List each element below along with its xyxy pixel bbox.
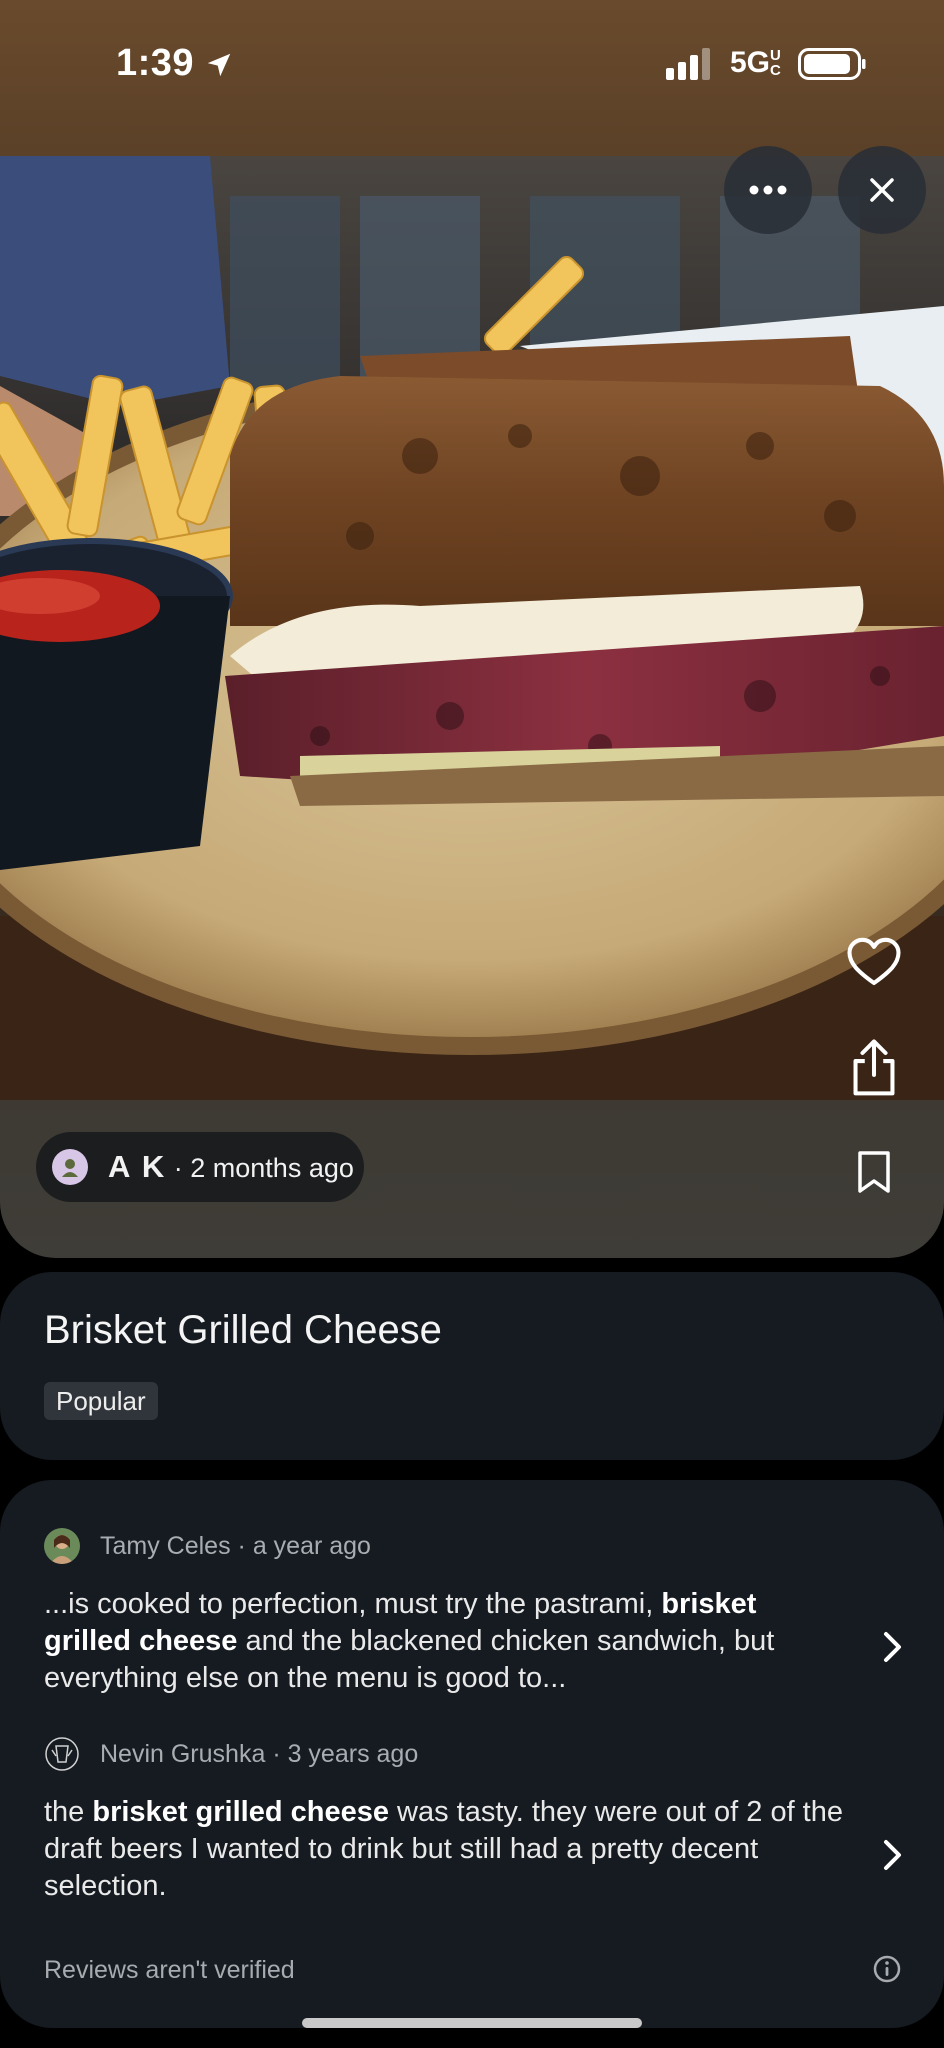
popular-badge: Popular [44,1382,158,1420]
dish-title-card: Brisket Grilled Cheese Popular [0,1272,944,1460]
sandwich-photo-illustration [0,156,944,1100]
network-label: 5G [730,46,771,79]
review-text-before: the [44,1796,93,1828]
review-text-before: ...is cooked to perfection, must try the… [44,1588,662,1620]
reviews-card: Tamy Celes · a year ago ...is cooked to … [0,1480,944,2028]
chevron-right-icon[interactable] [882,1838,904,1872]
chevron-right-icon[interactable] [882,1630,904,1664]
review-text: ...is cooked to perfection, must try the… [44,1586,844,1697]
status-bar: 1:39 5GUC [0,0,944,156]
ellipsis-icon [749,185,787,195]
review-time: · 3 years ago [272,1739,419,1768]
close-button[interactable] [838,146,926,234]
status-time: 1:39 [116,42,195,84]
review-highlight: brisket grilled cheese [92,1796,389,1828]
avatar [44,1736,80,1772]
info-icon[interactable] [872,1954,902,1984]
review-text: the brisket grilled cheese was tasty. th… [44,1794,844,1905]
reviewer-name: Tamy Celes [100,1531,231,1560]
bookmark-icon[interactable] [856,1150,892,1194]
more-options-button[interactable] [724,146,812,234]
review-header: Nevin Grushka · 3 years ago [44,1734,904,1774]
home-indicator[interactable] [302,2018,642,2028]
cellular-signal-icon [666,48,710,80]
author-name: A K [108,1149,167,1184]
author-time: · 2 months ago [173,1153,354,1183]
network-type: 5GUC [730,46,786,80]
reviewer-avatar-icon [44,1528,80,1564]
reviewer-avatar-icon [44,1736,80,1772]
photo-card: 1:39 5GUC A K · 2 months ago [0,0,944,1258]
dish-photo[interactable] [0,156,944,1100]
review-time: · a year ago [237,1531,371,1560]
review-header: Tamy Celes · a year ago [44,1526,904,1566]
review-item[interactable]: Nevin Grushka · 3 years ago the brisket … [44,1734,904,1905]
review-meta: Tamy Celes · a year ago [100,1532,371,1561]
reviews-disclaimer: Reviews aren't verified [44,1956,295,1984]
review-meta: Nevin Grushka · 3 years ago [100,1740,418,1769]
avatar [44,1528,80,1564]
dish-title: Brisket Grilled Cheese [44,1308,442,1352]
avatar [52,1149,88,1185]
author-info: A K · 2 months ago [108,1149,354,1185]
avatar-icon [62,1159,78,1177]
author-chip[interactable]: A K · 2 months ago [36,1132,364,1202]
reviewer-name: Nevin Grushka [100,1739,266,1768]
close-icon [870,178,894,202]
heart-icon[interactable] [846,934,902,990]
network-suffix: UC [770,47,781,79]
battery-icon [798,48,866,80]
review-item[interactable]: Tamy Celes · a year ago ...is cooked to … [44,1526,904,1697]
share-icon[interactable] [846,1038,902,1098]
location-arrow-icon [207,53,231,77]
